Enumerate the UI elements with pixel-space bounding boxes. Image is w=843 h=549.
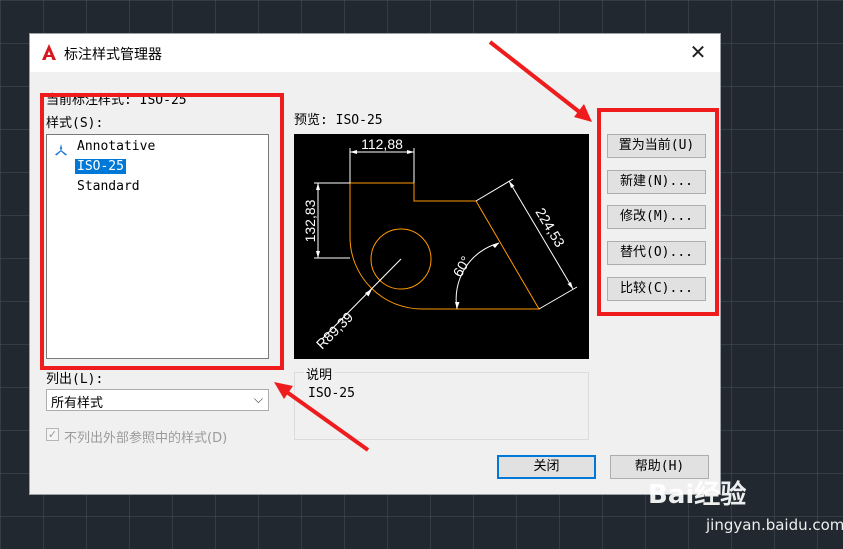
arrow-to-list-line <box>282 388 370 452</box>
arrow-to-buttons-head <box>574 104 592 122</box>
annotation-arrows <box>274 40 592 452</box>
arrow-to-buttons-line <box>488 40 584 116</box>
baidu-jingyan-watermark-logo: Bai经验 <box>648 480 747 510</box>
baidu-jingyan-watermark-url: jingyan.baidu.com <box>706 516 843 534</box>
